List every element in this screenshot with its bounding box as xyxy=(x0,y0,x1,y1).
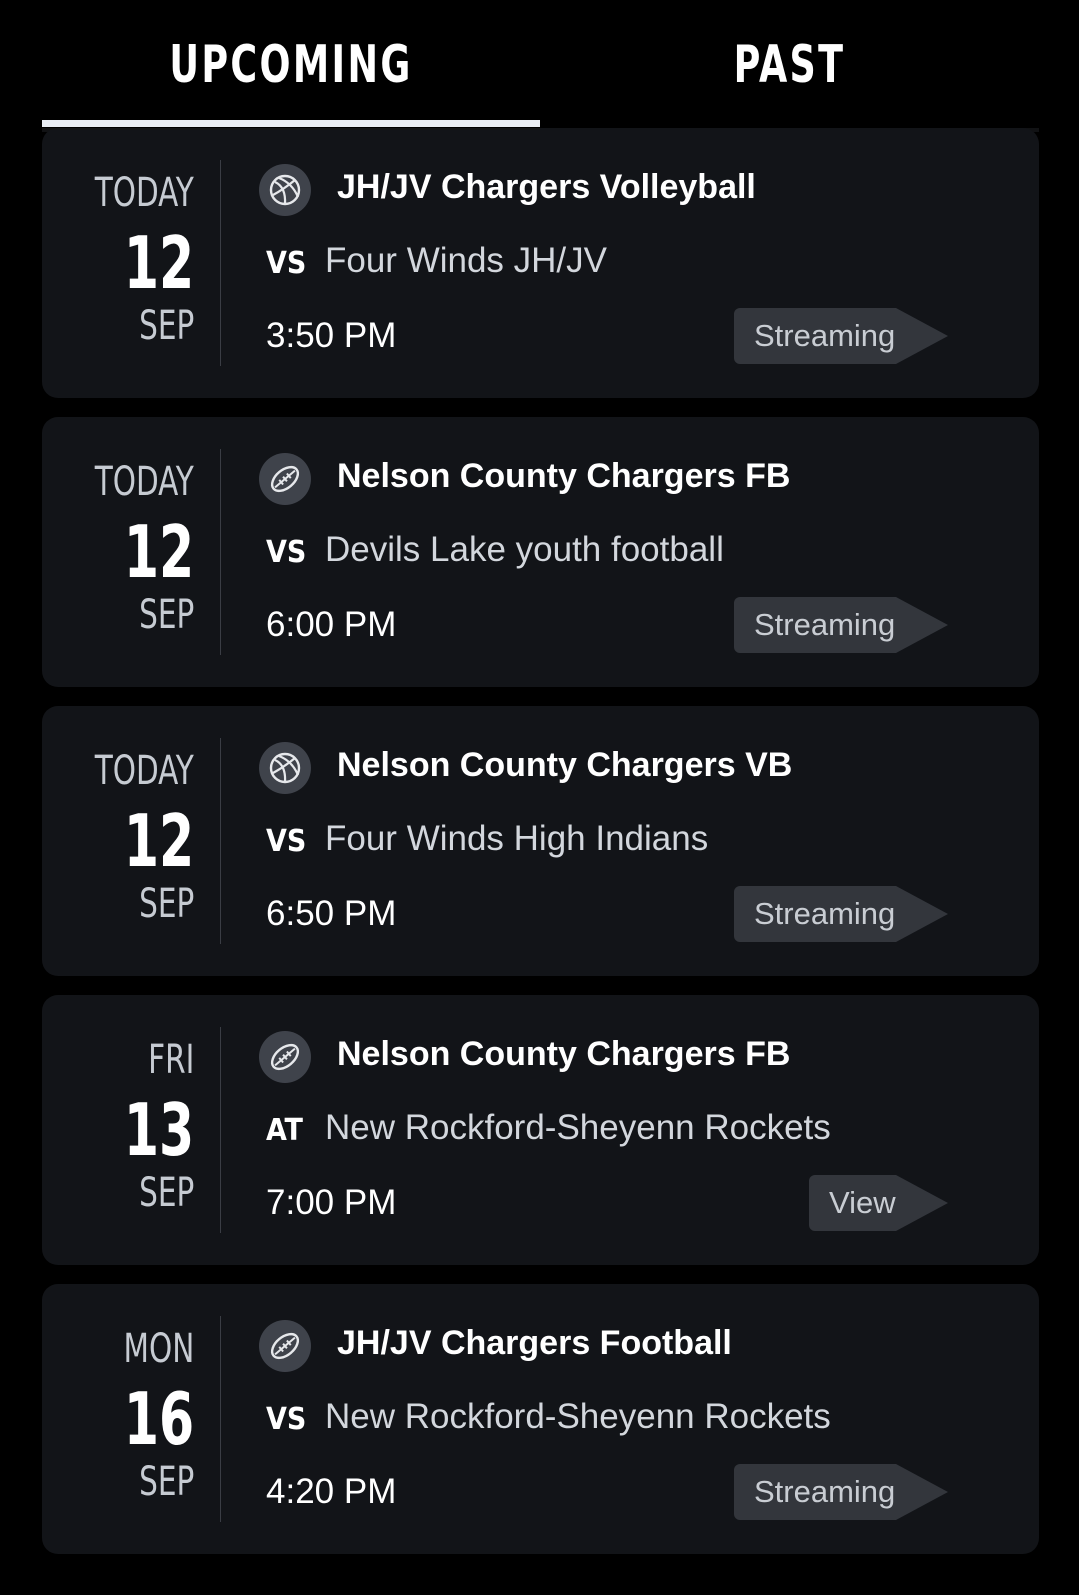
opponent-name: New Rockford-Sheyenn Rockets xyxy=(325,1108,831,1147)
event-day: FRI xyxy=(147,1037,194,1083)
vs-tag: VS xyxy=(266,1402,307,1437)
event-date-number: 12 xyxy=(123,510,194,594)
divider xyxy=(220,1027,221,1233)
event-time: 4:20 PM xyxy=(266,1472,397,1511)
team-name: JH/JV Chargers Football xyxy=(337,1324,732,1362)
event-date-number: 12 xyxy=(123,799,194,883)
event-date-number: 16 xyxy=(123,1377,194,1461)
opponent-name: New Rockford-Sheyenn Rockets xyxy=(325,1397,831,1436)
opponent-name: Four Winds JH/JV xyxy=(325,241,607,280)
event-date: TODAY 12 SEP xyxy=(42,706,194,976)
event-time: 6:00 PM xyxy=(266,605,397,644)
event-month: SEP xyxy=(138,881,194,927)
event-card[interactable]: FRI 13 SEP Nelson County Chargers FB AT … xyxy=(42,995,1039,1265)
event-time: 3:50 PM xyxy=(266,316,397,355)
event-date-number: 12 xyxy=(123,221,194,305)
football-icon xyxy=(259,1031,311,1083)
team-name: Nelson County Chargers VB xyxy=(337,746,793,784)
opponent-name: Four Winds High Indians xyxy=(325,819,709,858)
streaming-button[interactable]: Streaming xyxy=(734,308,948,364)
vs-tag: VS xyxy=(266,824,307,859)
vs-tag: AT xyxy=(266,1113,303,1148)
vs-tag: VS xyxy=(266,246,307,281)
football-icon xyxy=(259,453,311,505)
event-card[interactable]: TODAY 12 SEP Nelson County Chargers VB V… xyxy=(42,706,1039,976)
divider xyxy=(220,160,221,366)
event-day: TODAY xyxy=(94,748,194,794)
team-name: JH/JV Chargers Volleyball xyxy=(337,168,756,206)
event-month: SEP xyxy=(138,1170,194,1216)
volleyball-icon xyxy=(259,742,311,794)
view-button[interactable]: View xyxy=(809,1175,948,1231)
vs-tag: VS xyxy=(266,535,307,570)
team-name: Nelson County Chargers FB xyxy=(337,457,791,495)
tab-past[interactable]: PAST xyxy=(595,30,984,100)
tab-upcoming[interactable]: UPCOMING xyxy=(97,30,485,100)
event-card[interactable]: TODAY 12 SEP Nelson County Chargers FB V… xyxy=(42,417,1039,687)
volleyball-icon xyxy=(259,164,311,216)
event-date: TODAY 12 SEP xyxy=(42,417,194,687)
event-date-number: 13 xyxy=(123,1088,194,1172)
divider xyxy=(220,738,221,944)
opponent-name: Devils Lake youth football xyxy=(325,530,724,569)
event-month: SEP xyxy=(138,303,194,349)
divider xyxy=(220,449,221,655)
event-month: SEP xyxy=(138,592,194,638)
event-day: MON xyxy=(123,1326,194,1372)
event-card[interactable]: TODAY 12 SEP JH/JV Chargers Volleyball V… xyxy=(42,128,1039,398)
event-date: TODAY 12 SEP xyxy=(42,128,194,398)
event-time: 6:50 PM xyxy=(266,894,397,933)
divider xyxy=(220,1316,221,1522)
event-day: TODAY xyxy=(94,170,194,216)
event-date: MON 16 SEP xyxy=(42,1284,194,1554)
team-name: Nelson County Chargers FB xyxy=(337,1035,791,1073)
streaming-button[interactable]: Streaming xyxy=(734,597,948,653)
event-date: FRI 13 SEP xyxy=(42,995,194,1265)
event-month: SEP xyxy=(138,1459,194,1505)
tab-bar: UPCOMING PAST xyxy=(42,0,1039,132)
streaming-button[interactable]: Streaming xyxy=(734,886,948,942)
football-icon xyxy=(259,1320,311,1372)
event-day: TODAY xyxy=(94,459,194,505)
active-tab-indicator xyxy=(42,120,540,127)
event-time: 7:00 PM xyxy=(266,1183,397,1222)
event-card[interactable]: MON 16 SEP JH/JV Chargers Football VS Ne… xyxy=(42,1284,1039,1554)
streaming-button[interactable]: Streaming xyxy=(734,1464,948,1520)
